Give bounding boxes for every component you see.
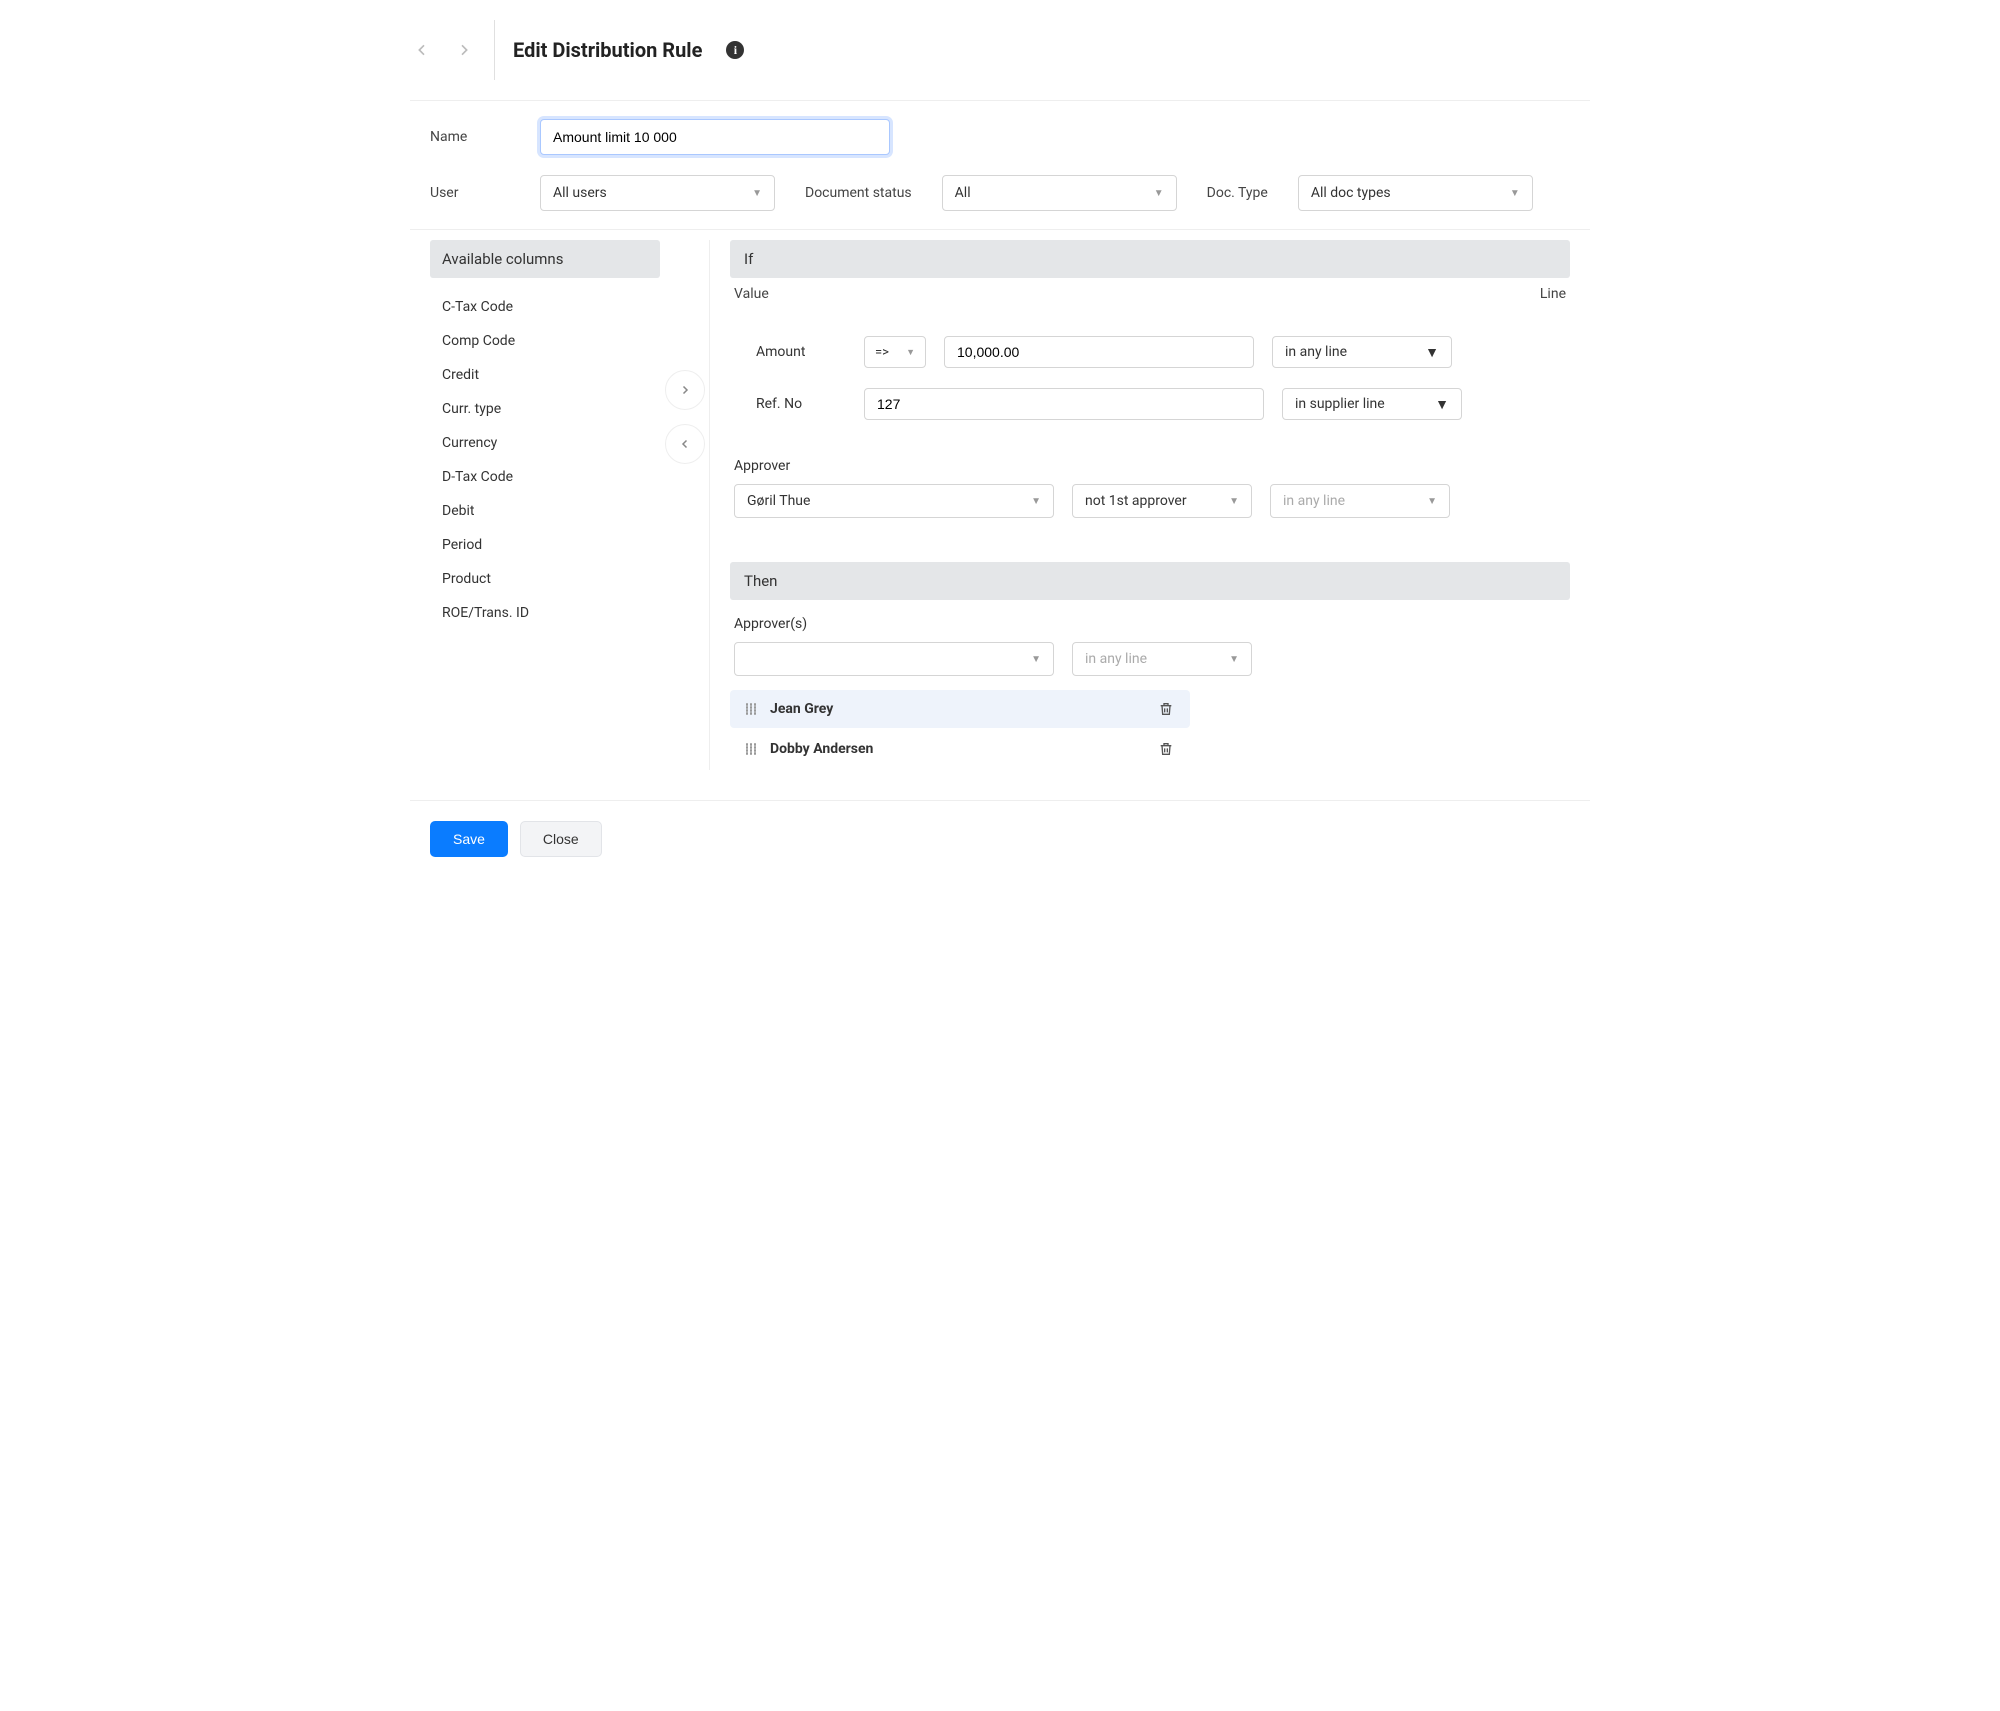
line-scope-select[interactable]: in supplier line ▼: [1282, 388, 1462, 420]
approver-line-value: in any line: [1283, 493, 1345, 509]
then-section-title: Then: [730, 562, 1570, 600]
approver-value: Gøril Thue: [747, 493, 810, 509]
chevron-down-icon: ▼: [1031, 654, 1041, 665]
condition-value-input[interactable]: [944, 336, 1254, 368]
doc-status-label: Document status: [805, 185, 912, 201]
line-scope-value: in any line: [1285, 344, 1347, 360]
user-label: User: [430, 185, 510, 201]
condition-label: Ref. No: [756, 396, 846, 412]
sidebar-item[interactable]: Debit: [430, 494, 660, 528]
sidebar-item[interactable]: Credit: [430, 358, 660, 392]
chevron-down-icon: ▼: [1425, 344, 1439, 361]
info-icon[interactable]: i: [726, 41, 744, 59]
page-header: Edit Distribution Rule i: [410, 0, 1590, 100]
user-select-value: All users: [553, 185, 607, 201]
chevron-down-icon: ▼: [1510, 188, 1520, 199]
doc-type-label: Doc. Type: [1207, 185, 1268, 201]
sidebar-item[interactable]: Comp Code: [430, 324, 660, 358]
then-approver-select[interactable]: ▼: [734, 642, 1054, 676]
approver-select[interactable]: Gøril Thue ▼: [734, 484, 1054, 518]
footer: Save Close: [410, 800, 1590, 877]
chevron-down-icon: ▼: [1031, 496, 1041, 507]
operator-select[interactable]: => ▼: [864, 336, 926, 368]
line-scope-select[interactable]: in any line ▼: [1272, 336, 1452, 368]
condition-row-amount: Amount => ▼ in any line ▼: [730, 330, 1570, 374]
doc-type-select[interactable]: All doc types ▼: [1298, 175, 1533, 211]
sidebar-item[interactable]: Product: [430, 562, 660, 596]
doc-type-value: All doc types: [1311, 185, 1391, 201]
approver-line-select[interactable]: in any line ▼: [1270, 484, 1450, 518]
move-right-button[interactable]: [665, 370, 705, 410]
if-section-title: If: [730, 240, 1570, 278]
line-column-label: Line: [1540, 286, 1566, 302]
doc-status-value: All: [955, 185, 971, 201]
page-title: Edit Distribution Rule: [513, 38, 702, 62]
approver-name: Jean Grey: [770, 701, 833, 717]
sidebar-item[interactable]: D-Tax Code: [430, 460, 660, 494]
then-line-value: in any line: [1085, 651, 1147, 667]
sidebar-header: Available columns: [430, 240, 660, 278]
then-line-select[interactable]: in any line ▼: [1072, 642, 1252, 676]
sidebar-item[interactable]: Period: [430, 528, 660, 562]
condition-value-input[interactable]: [864, 388, 1264, 420]
chevron-down-icon: ▼: [1229, 654, 1239, 665]
approvers-label: Approver(s): [730, 608, 1570, 642]
drag-handle-icon[interactable]: [746, 703, 756, 715]
doc-status-select[interactable]: All ▼: [942, 175, 1177, 211]
name-input[interactable]: [540, 119, 890, 155]
header-divider: [494, 20, 495, 80]
trash-icon[interactable]: [1158, 740, 1174, 758]
forward-arrow-icon[interactable]: [452, 38, 476, 62]
sidebar-item[interactable]: Currency: [430, 426, 660, 460]
operator-value: =>: [875, 345, 889, 360]
name-label: Name: [430, 129, 510, 145]
save-button[interactable]: Save: [430, 821, 508, 857]
close-button[interactable]: Close: [520, 821, 602, 857]
trash-icon[interactable]: [1158, 700, 1174, 718]
chevron-down-icon: ▼: [752, 188, 762, 199]
condition-label: Amount: [756, 344, 846, 360]
value-column-label: Value: [734, 286, 769, 302]
approver-item[interactable]: Jean Grey: [730, 690, 1190, 728]
approver-item[interactable]: Dobby Andersen: [730, 730, 1190, 768]
approver-name: Dobby Andersen: [770, 741, 873, 757]
sidebar: Available columns C-Tax CodeComp CodeCre…: [430, 240, 660, 770]
approver-role-value: not 1st approver: [1085, 493, 1187, 509]
chevron-down-icon: ▼: [906, 347, 915, 358]
condition-row-refno: Ref. No in supplier line ▼: [730, 382, 1570, 426]
back-arrow-icon[interactable]: [410, 38, 434, 62]
approver-label: Approver: [730, 434, 1570, 484]
approver-role-select[interactable]: not 1st approver ▼: [1072, 484, 1252, 518]
sidebar-item[interactable]: C-Tax Code: [430, 290, 660, 324]
chevron-down-icon: ▼: [1154, 188, 1164, 199]
chevron-down-icon: ▼: [1435, 396, 1449, 413]
move-left-button[interactable]: [665, 424, 705, 464]
chevron-down-icon: ▼: [1427, 496, 1437, 507]
chevron-down-icon: ▼: [1229, 496, 1239, 507]
drag-handle-icon[interactable]: [746, 743, 756, 755]
divider: [410, 229, 1590, 230]
line-scope-value: in supplier line: [1295, 396, 1385, 412]
sidebar-item[interactable]: ROE/Trans. ID: [430, 596, 660, 630]
user-select[interactable]: All users ▼: [540, 175, 775, 211]
sidebar-item[interactable]: Curr. type: [430, 392, 660, 426]
